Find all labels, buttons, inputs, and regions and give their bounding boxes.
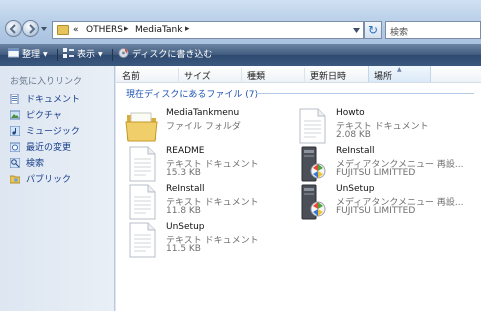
view-label: 表示 [77,50,96,60]
view-button[interactable]: 表示 ▼ [63,48,103,62]
sort-arrow-icon: ▲ [397,66,402,73]
text-document-icon [299,108,326,144]
column-name[interactable]: 名前 [122,69,140,82]
command-bar: 整理 ▼ 表示 ▼ ディスクに書き込む [0,44,481,66]
column-type[interactable]: 種類 [247,69,265,82]
public-folder-icon [10,175,20,184]
file-name: UnSetup [336,184,375,194]
burn-label: ディスクに書き込む [132,50,213,60]
column-divider[interactable] [178,68,179,81]
address-dropdown-icon[interactable] [353,28,360,33]
file-item-readme[interactable]: README テキスト ドキュメント 15.3 KB [124,144,294,186]
back-button[interactable] [5,20,22,37]
file-name: UnSetup [166,222,205,232]
folder-icon [57,25,69,35]
text-document-icon [129,222,156,258]
nav-item-label: ピクチャ [26,111,62,121]
search-input[interactable]: 検索 [385,21,481,39]
toolbar-divider [57,49,58,61]
file-item-howto[interactable]: Howto テキスト ドキュメント 2.08 KB [294,106,464,148]
file-name: MediaTankmenu [166,108,240,118]
breadcrumb-separator-icon[interactable]: ▸ [124,24,129,34]
refresh-icon: ↻ [368,23,379,37]
nav-item-recent[interactable]: 最近の変更 [10,141,110,155]
nav-item-music[interactable]: ミュージック [10,125,110,139]
breadcrumb-separator-icon[interactable]: ▸ [185,24,190,34]
nav-item-label: 検索 [26,159,45,169]
file-name: ReInstall [336,146,375,156]
installer-icon [301,184,326,220]
folder-icon [125,112,158,142]
address-toolbar: « OTHERS ▸ MediaTank ▸ ↻ 検索 [0,0,481,44]
search-icon [10,158,20,168]
group-header[interactable]: 現在ディスクにあるファイル (7) [126,87,258,100]
file-item-unsetup-app[interactable]: UnSetup メディアタンクメニュー 再設... FUJITSU LIMITT… [294,182,464,224]
column-divider[interactable] [304,68,305,81]
nav-item-label: パブリック [26,175,72,185]
burn-to-disc-button[interactable]: ディスクに書き込む [118,48,212,62]
file-item-reinstall-app[interactable]: ReInstall メディアタンクメニュー 再設... FUJITSU LIMI… [294,144,464,186]
recent-pages-dropdown-icon[interactable] [41,26,47,32]
group-divider [256,93,474,94]
file-type: ファイル フォルダ [166,122,241,132]
favorite-links-heading: お気に入りリンク [10,77,83,87]
navigation-pane: お気に入りリンク ドキュメント ピクチャ ミュージック 最近の変更 検索 パブリ… [0,66,115,311]
column-location[interactable]: 場所 [374,69,392,82]
organize-label: 整理 [22,50,41,60]
file-list: 名前 サイズ 種類 更新日時 場所 ▲ 現在ディスクにあるファイル (7) Me… [116,66,481,311]
breadcrumb-overflow[interactable]: « [73,25,79,35]
file-name: ReInstall [166,184,205,194]
organize-button[interactable]: 整理 ▼ [8,48,48,62]
nav-item-search[interactable]: 検索 [10,157,110,171]
nav-item-public[interactable]: パブリック [10,173,110,187]
text-document-icon [129,184,156,220]
text-document-icon [129,146,156,182]
file-item-unsetup-text[interactable]: UnSetup テキスト ドキュメント 11.5 KB [124,220,294,262]
file-name: README [166,146,205,156]
forward-arrow-icon [29,24,36,34]
column-header-row: 名前 サイズ 種類 更新日時 場所 ▲ [116,66,481,83]
file-name: Howto [336,108,365,118]
file-company: FUJITSU LIMITTED [336,168,416,178]
breadcrumb-mediatank[interactable]: MediaTank [135,25,182,35]
music-icon [10,126,20,136]
recent-icon [10,142,20,152]
installer-icon [301,146,326,182]
pictures-icon [10,110,20,120]
forward-button[interactable] [22,20,39,37]
view-icon [63,48,74,58]
file-company: FUJITSU LIMITTED [336,206,416,216]
nav-item-pictures[interactable]: ピクチャ [10,109,110,123]
file-size: 15.3 KB [166,168,201,178]
nav-item-documents[interactable]: ドキュメント [10,93,110,107]
back-arrow-icon [9,24,16,34]
file-size: 11.5 KB [166,244,201,254]
file-item-reinstall-text[interactable]: ReInstall テキスト ドキュメント 11.8 KB [124,182,294,224]
file-size: 11.8 KB [166,206,201,216]
refresh-button[interactable]: ↻ [364,21,382,39]
nav-item-label: ミュージック [26,127,80,137]
toolbar-divider [112,49,113,61]
nav-item-label: 最近の変更 [26,143,72,153]
organize-icon [8,48,19,58]
search-placeholder: 検索 [390,28,409,38]
file-size: 2.08 KB [336,130,371,140]
address-bar[interactable]: « OTHERS ▸ MediaTank ▸ [52,21,364,39]
column-size[interactable]: サイズ [184,69,211,82]
burn-disc-icon [118,48,129,58]
column-modified[interactable]: 更新日時 [310,69,346,82]
column-divider[interactable] [241,68,242,81]
file-item-mediatankmenu[interactable]: MediaTankmenu ファイル フォルダ [124,106,294,148]
documents-icon [10,94,19,104]
breadcrumb-others[interactable]: OTHERS [86,25,123,35]
nav-item-label: ドキュメント [26,95,81,105]
